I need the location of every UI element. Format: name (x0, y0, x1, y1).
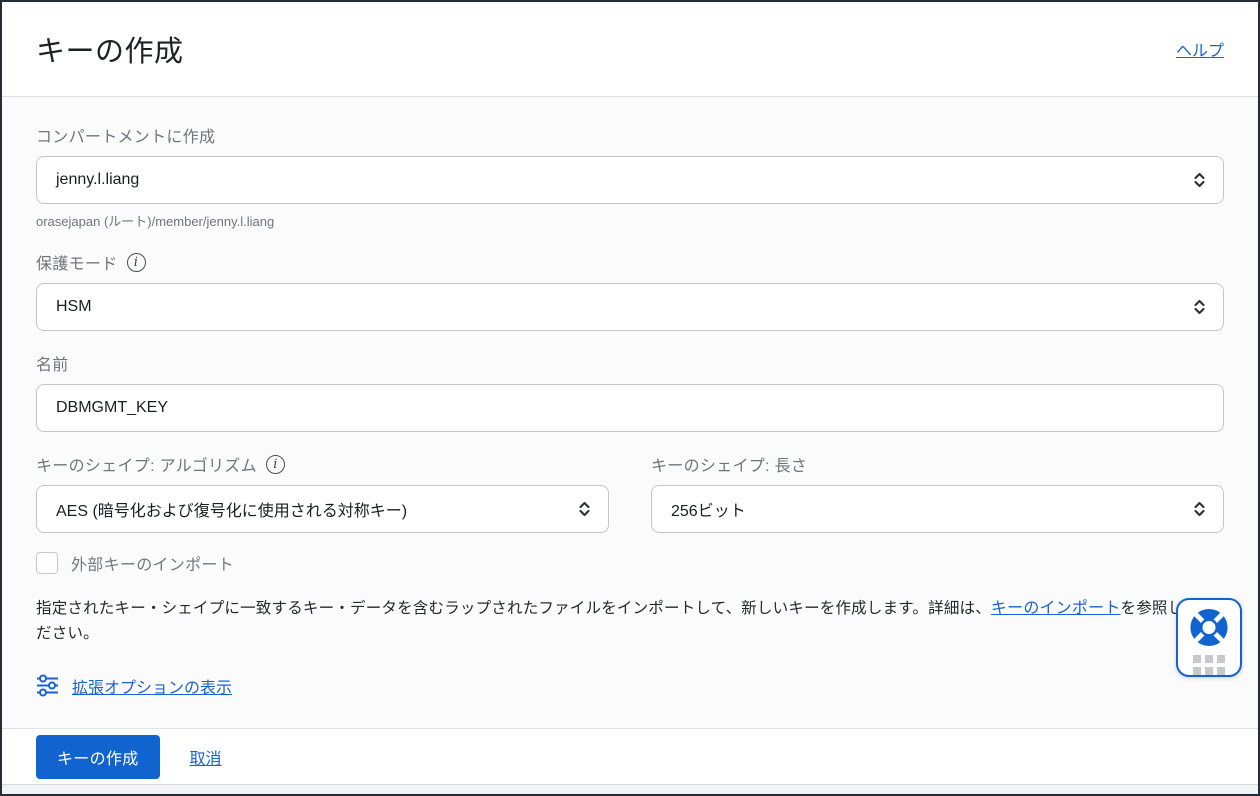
key-shape-length-label-text: キーのシェイプ: 長さ (651, 452, 807, 476)
help-widget[interactable] (1176, 598, 1242, 677)
sliders-icon (36, 674, 59, 697)
protection-mode-select-value: HSM (56, 298, 92, 316)
compartment-select-value: jenny.l.liang (56, 171, 139, 189)
chevron-up-down-icon (1192, 499, 1207, 519)
field-key-shape-length: キーのシェイプ: 長さ 256ビット (651, 452, 1224, 533)
protection-mode-select[interactable]: HSM (36, 283, 1224, 331)
panel-footer: キーの作成 取消 (2, 728, 1258, 785)
import-key-checkbox[interactable] (36, 552, 58, 574)
drag-handle-icon[interactable] (1193, 655, 1225, 675)
advanced-options-row: 拡張オプションの表示 (36, 674, 1224, 698)
compartment-label: コンパートメントに作成 (36, 123, 1224, 147)
import-key-checkbox-row: 外部キーのインポート (36, 551, 1224, 575)
key-shape-length-select-value: 256ビット (671, 497, 746, 521)
page-title: キーの作成 (36, 28, 184, 70)
chevron-up-down-icon (577, 499, 592, 519)
protection-mode-label-text: 保護モード (36, 250, 118, 274)
import-description-text-before: 指定されたキー・シェイプに一致するキー・データを含むラップされたファイルをインポ… (36, 600, 991, 617)
advanced-options-link[interactable]: 拡張オプションの表示 (72, 674, 232, 698)
lifebuoy-icon (1188, 607, 1230, 648)
chevron-up-down-icon (1192, 170, 1207, 190)
key-shape-length-select[interactable]: 256ビット (651, 485, 1224, 533)
bottom-strip (2, 785, 1258, 794)
compartment-label-text: コンパートメントに作成 (36, 123, 215, 147)
panel-header: キーの作成 ヘルプ (2, 2, 1258, 97)
import-description: 指定されたキー・シェイプに一致するキー・データを含むラップされたファイルをインポ… (36, 597, 1224, 646)
field-name: 名前 (36, 351, 1224, 432)
cancel-link[interactable]: 取消 (190, 745, 222, 769)
create-key-button[interactable]: キーの作成 (36, 735, 160, 779)
name-label: 名前 (36, 351, 1224, 375)
field-protection-mode: 保護モード i HSM (36, 250, 1224, 331)
compartment-select[interactable]: jenny.l.liang (36, 156, 1224, 204)
help-link[interactable]: ヘルプ (1176, 37, 1224, 61)
key-shape-algorithm-label: キーのシェイプ: アルゴリズム i (36, 452, 609, 476)
info-icon[interactable]: i (266, 455, 285, 474)
field-key-shape-algorithm: キーのシェイプ: アルゴリズム i AES (暗号化および復号化に使用される対称… (36, 452, 609, 533)
compartment-path: orasejapan (ルート)/member/jenny.l.liang (36, 211, 1224, 230)
field-compartment: コンパートメントに作成 jenny.l.liang orasejapan (ルー… (36, 123, 1224, 230)
chevron-up-down-icon (1192, 297, 1207, 317)
name-input[interactable] (36, 384, 1224, 432)
import-key-checkbox-label: 外部キーのインポート (71, 551, 234, 575)
key-import-link[interactable]: キーのインポート (991, 600, 1121, 617)
key-shape-algorithm-select-value: AES (暗号化および復号化に使用される対称キー) (56, 497, 407, 521)
key-shape-algorithm-select[interactable]: AES (暗号化および復号化に使用される対称キー) (36, 485, 609, 533)
protection-mode-label: 保護モード i (36, 250, 1224, 274)
key-shape-row: キーのシェイプ: アルゴリズム i AES (暗号化および復号化に使用される対称… (36, 452, 1224, 533)
key-shape-length-label: キーのシェイプ: 長さ (651, 452, 1224, 476)
info-icon[interactable]: i (127, 253, 146, 272)
form-body: コンパートメントに作成 jenny.l.liang orasejapan (ルー… (2, 97, 1258, 728)
key-shape-algorithm-label-text: キーのシェイプ: アルゴリズム (36, 452, 257, 476)
name-label-text: 名前 (36, 351, 69, 375)
